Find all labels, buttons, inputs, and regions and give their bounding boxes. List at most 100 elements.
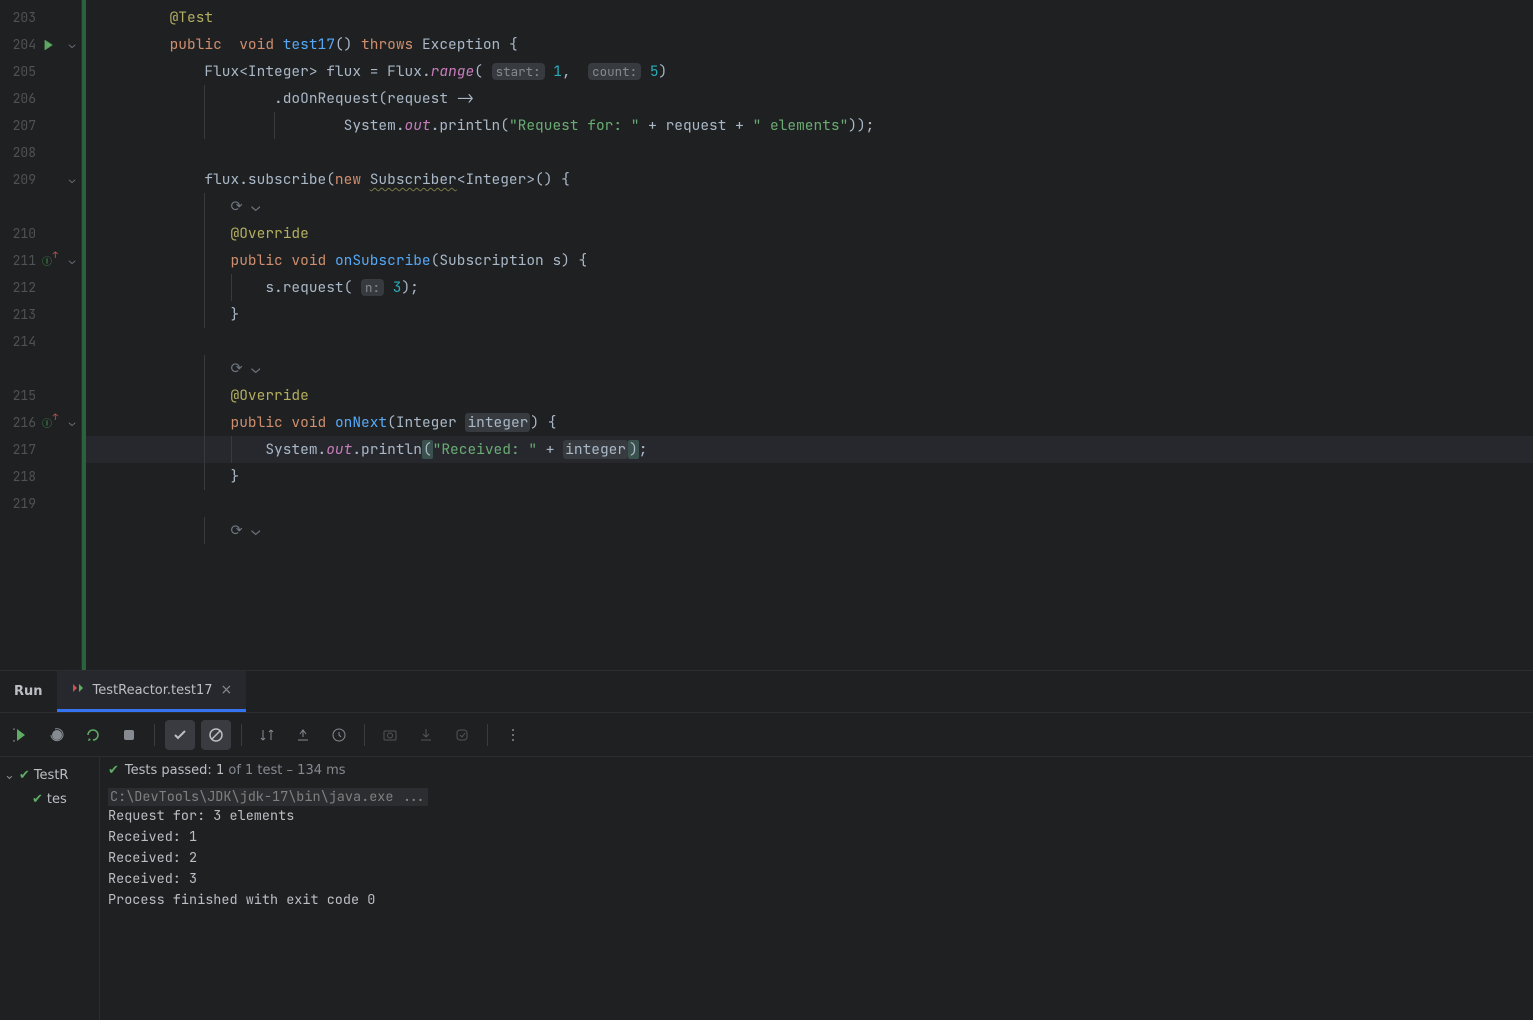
rerun-failed-icon[interactable] bbox=[42, 720, 72, 750]
command-line: C:\DevTools\JDK\jdk-17\bin\java.exe ... bbox=[108, 788, 428, 806]
console-output[interactable]: ✔ Tests passed: 1 of 1 test – 134 ms C:\… bbox=[100, 757, 1533, 1020]
tree-leaf-label: tes bbox=[47, 792, 67, 807]
fold-icon[interactable]: ⌄ bbox=[67, 254, 77, 268]
run-config-icon bbox=[71, 681, 85, 699]
fold-icon[interactable]: ⌄ bbox=[67, 38, 77, 52]
variable: flux bbox=[326, 62, 361, 81]
sort-icon[interactable] bbox=[252, 720, 282, 750]
type: Subscription bbox=[439, 251, 543, 270]
console-line: Request for: 3 elements bbox=[108, 806, 1525, 827]
keyword: void bbox=[291, 413, 326, 432]
chevron-down-icon[interactable]: ⌄ bbox=[4, 768, 15, 783]
method-call: .println bbox=[352, 440, 422, 459]
param: s bbox=[552, 251, 561, 270]
export-icon[interactable] bbox=[447, 720, 477, 750]
recursive-icon[interactable]: ⟳ ⌄ bbox=[231, 197, 261, 216]
annotation: @Override bbox=[231, 386, 309, 405]
import-icon[interactable] bbox=[411, 720, 441, 750]
test-status: ✔ Tests passed: 1 of 1 test – 134 ms bbox=[108, 763, 1525, 778]
close-icon[interactable]: × bbox=[221, 682, 233, 698]
string: "Request for: " bbox=[509, 116, 640, 135]
keyword: public bbox=[170, 35, 222, 54]
rerun-icon[interactable] bbox=[6, 720, 36, 750]
check-icon: ✔ bbox=[32, 792, 43, 807]
string: " elements" bbox=[753, 116, 849, 135]
type: Flux bbox=[204, 62, 239, 81]
inlay-hint: start: bbox=[492, 63, 545, 80]
recursive-icon[interactable]: ⟳ ⌄ bbox=[231, 521, 261, 540]
type: System bbox=[344, 116, 396, 135]
run-tool-window: Run TestReactor.test17 × ⌄ ✔ bbox=[0, 670, 1533, 1020]
recursive-icon[interactable]: ⟳ ⌄ bbox=[231, 359, 261, 378]
status-text: Tests passed: bbox=[125, 763, 216, 778]
show-passed-icon[interactable] bbox=[165, 720, 195, 750]
console-line: Received: 1 bbox=[108, 827, 1525, 848]
method-name: test17 bbox=[283, 35, 335, 54]
number: 3 bbox=[393, 278, 402, 297]
field: out bbox=[326, 440, 352, 459]
run-tabs: Run TestReactor.test17 × bbox=[0, 671, 1533, 713]
status-time: – 134 ms bbox=[282, 763, 345, 778]
line-number: 217 bbox=[0, 441, 40, 458]
line-number: 210 bbox=[0, 225, 40, 242]
type: Exception bbox=[422, 35, 500, 54]
show-ignored-icon[interactable] bbox=[201, 720, 231, 750]
type: System bbox=[265, 440, 317, 459]
line-number: 203 bbox=[0, 9, 40, 26]
variable: flux bbox=[204, 170, 239, 189]
fold-icon[interactable]: ⌄ bbox=[67, 173, 77, 187]
op: -> bbox=[457, 89, 474, 108]
override-up-icon[interactable]: Ⓘ bbox=[42, 253, 52, 268]
line-number: 212 bbox=[0, 279, 40, 296]
console-line: Received: 2 bbox=[108, 848, 1525, 869]
run-tool-label[interactable]: Run bbox=[0, 671, 57, 712]
override-up-icon[interactable]: Ⓘ bbox=[42, 415, 52, 430]
stop-icon[interactable] bbox=[114, 720, 144, 750]
toggle-auto-test-icon[interactable] bbox=[78, 720, 108, 750]
variable: request bbox=[666, 116, 727, 135]
op: + bbox=[546, 440, 555, 459]
line-number: 216 bbox=[0, 414, 40, 431]
tree-leaf[interactable]: ✔ tes bbox=[4, 787, 95, 811]
keyword: public bbox=[231, 251, 283, 270]
line-number: 211 bbox=[0, 252, 40, 269]
annotation: @Override bbox=[231, 224, 309, 243]
type: Flux bbox=[387, 62, 422, 81]
line-number: 207 bbox=[0, 117, 40, 134]
inlay-hint: n: bbox=[361, 279, 384, 296]
method-call: .println bbox=[431, 116, 501, 135]
annotation: @Test bbox=[170, 8, 214, 27]
expand-all-icon[interactable] bbox=[288, 720, 318, 750]
fold-icon[interactable]: ⌄ bbox=[67, 416, 77, 430]
more-icon[interactable] bbox=[498, 720, 528, 750]
history-icon[interactable] bbox=[324, 720, 354, 750]
method-name: onSubscribe bbox=[335, 251, 431, 270]
type: Integer bbox=[396, 413, 457, 432]
line-number: 215 bbox=[0, 387, 40, 404]
code-area[interactable]: @Test public void test17() throws Except… bbox=[82, 0, 1533, 670]
type: Subscriber bbox=[370, 170, 457, 189]
keyword: void bbox=[291, 251, 326, 270]
tree-root[interactable]: ⌄ ✔ TestR bbox=[4, 763, 95, 787]
op: = bbox=[370, 62, 379, 81]
run-test-icon[interactable] bbox=[42, 38, 56, 52]
run-config-tab[interactable]: TestReactor.test17 × bbox=[57, 671, 247, 712]
code-editor[interactable]: 203 204 ⌄ 205 206 207 208 209⌄ 210 211 Ⓘ… bbox=[0, 0, 1533, 670]
screenshot-icon[interactable] bbox=[375, 720, 405, 750]
run-tab-title: TestReactor.test17 bbox=[93, 683, 213, 698]
line-number: 219 bbox=[0, 495, 40, 512]
line-number: 214 bbox=[0, 333, 40, 350]
status-text: of 1 test bbox=[224, 763, 282, 778]
check-icon: ✔ bbox=[19, 768, 30, 783]
method-call: .doOnRequest bbox=[274, 89, 378, 108]
field: out bbox=[405, 116, 431, 135]
line-number: 206 bbox=[0, 90, 40, 107]
run-label-text: Run bbox=[14, 684, 43, 699]
console-line: Received: 3 bbox=[108, 869, 1525, 890]
test-tree[interactable]: ⌄ ✔ TestR ✔ tes bbox=[0, 757, 100, 1020]
param: integer bbox=[465, 413, 530, 432]
keyword: public bbox=[231, 413, 283, 432]
op: + bbox=[735, 116, 744, 135]
run-toolbar bbox=[0, 713, 1533, 757]
method-name: onNext bbox=[335, 413, 387, 432]
